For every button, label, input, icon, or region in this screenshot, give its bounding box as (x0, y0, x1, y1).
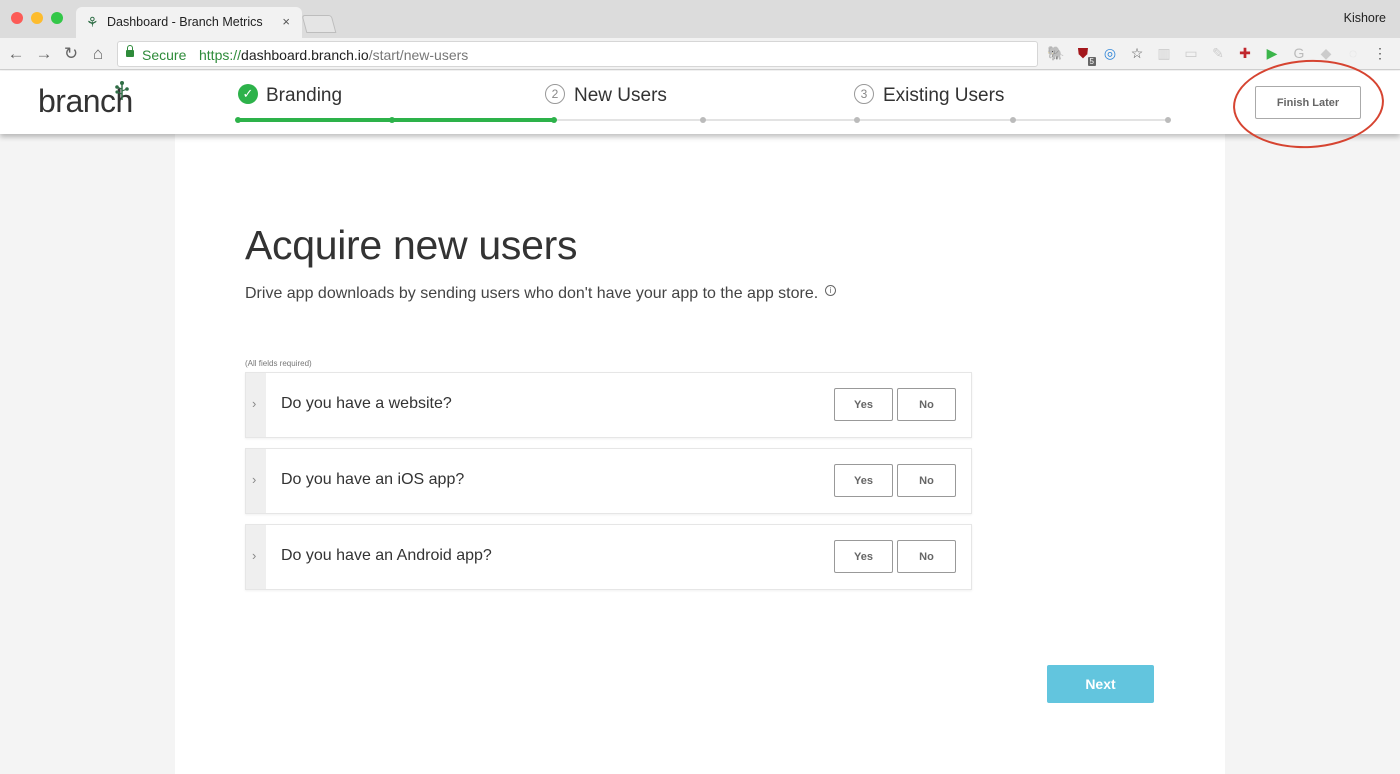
question-website[interactable]: › Do you have a website? Yes No (245, 372, 972, 438)
extension-link-icon[interactable]: ◌ (1344, 44, 1362, 62)
url-text[interactable]: https://dashboard.branch.io/start/new-us… (199, 47, 468, 63)
website-no-button[interactable]: No (897, 388, 956, 421)
chevron-right-icon[interactable]: › (252, 472, 256, 487)
ios-no-button[interactable]: No (897, 464, 956, 497)
required-fields-note: (All fields required) (245, 359, 312, 368)
ublock-icon[interactable]: ⛊ 5 (1074, 44, 1096, 66)
browser-tab-active[interactable]: ⚘ Dashboard - Branch Metrics × (76, 7, 302, 38)
step-label: Branding (266, 85, 343, 106)
browser-titlebar: ⚘ Dashboard - Branch Metrics × Kishore (0, 0, 1400, 38)
progress-current-dot (551, 117, 558, 123)
secure-label: Secure (142, 47, 187, 63)
step-branding[interactable]: ✓ Branding (238, 83, 343, 107)
step-existing-users[interactable]: 3 Existing Users (854, 83, 1005, 107)
checkmark-icon: ✓ (238, 83, 258, 104)
extension-edit-icon[interactable]: ✎ (1209, 44, 1227, 62)
android-yes-button[interactable]: Yes (834, 540, 893, 573)
wizard-header: branch ✓ Branding 2 New Users 3 Existing Us… (0, 71, 1400, 134)
step-number-icon: 3 (854, 83, 874, 104)
page-title: Acquire new users (245, 222, 578, 268)
extension-chat-icon[interactable]: ▭ (1182, 44, 1200, 62)
extension-play-icon[interactable]: ▶ (1263, 44, 1281, 62)
lock-icon (126, 45, 134, 57)
progress-dot (854, 117, 861, 123)
progress-dot (700, 117, 706, 123)
close-window-button[interactable] (11, 12, 23, 24)
forward-arrow-icon[interactable]: → (33, 43, 55, 65)
wizard-progress-fill (238, 118, 555, 122)
info-icon[interactable]: i (825, 285, 836, 296)
new-tab-button[interactable] (301, 15, 337, 33)
progress-dot (1009, 117, 1016, 123)
content-card: Acquire new users Drive app downloads by… (175, 134, 1225, 774)
tab-title: Dashboard - Branch Metrics (107, 15, 263, 29)
extension-g-icon[interactable]: G (1290, 44, 1308, 62)
bookmark-star-icon[interactable]: ☆ (1128, 44, 1146, 62)
chrome-menu-icon[interactable]: ⋮ (1371, 44, 1389, 62)
next-button[interactable]: Next (1047, 665, 1154, 703)
website-yes-button[interactable]: Yes (834, 388, 893, 421)
progress-dot (1165, 117, 1171, 123)
url-scheme: https:// (199, 47, 242, 63)
chevron-right-icon[interactable]: › (252, 548, 256, 563)
url-host: dashboard.branch.io (241, 47, 369, 63)
extension-tag-icon[interactable]: ◆ (1317, 44, 1335, 62)
wizard-progress-track (235, 117, 1171, 123)
progress-dot (235, 117, 241, 123)
android-no-button[interactable]: No (897, 540, 956, 573)
url-path: /start/new-users (368, 47, 469, 63)
finish-later-button[interactable]: Finish Later (1255, 86, 1361, 119)
extension-badge: 5 (1087, 57, 1096, 66)
question-text: Do you have an Android app? (281, 547, 492, 564)
compass-extension-icon[interactable]: ◎ (1101, 44, 1119, 62)
question-text: Do you have a website? (281, 395, 452, 412)
branch-favicon-icon: ⚘ (86, 14, 99, 30)
step-label: New Users (574, 85, 667, 106)
back-arrow-icon[interactable]: ← (5, 43, 27, 65)
progress-dot (389, 117, 396, 123)
chevron-right-icon[interactable]: › (252, 396, 256, 411)
profile-name[interactable]: Kishore (1344, 11, 1386, 25)
home-icon[interactable]: ⌂ (87, 43, 109, 65)
address-bar[interactable]: Secure https://dashboard.branch.io/start… (117, 41, 1038, 67)
page-subtitle: Drive app downloads by sending users who… (245, 285, 819, 302)
question-android[interactable]: › Do you have an Android app? Yes No (245, 524, 972, 590)
step-label: Existing Users (883, 85, 1005, 106)
minimize-window-button[interactable] (31, 12, 43, 24)
browser-toolbar: ← → ↻ ⌂ Secure https://dashboard.branch.… (0, 38, 1400, 70)
tab-close-icon[interactable]: × (282, 14, 290, 29)
ios-yes-button[interactable]: Yes (834, 464, 893, 497)
step-number-icon: 2 (545, 83, 565, 104)
extension-chart-icon[interactable]: ▥ (1155, 44, 1173, 62)
branch-sprout-icon (115, 81, 129, 100)
extension-clock-icon[interactable]: ✚ (1236, 44, 1254, 62)
step-new-users[interactable]: 2 New Users (545, 83, 667, 107)
reload-icon[interactable]: ↻ (60, 43, 82, 65)
maximize-window-button[interactable] (51, 12, 63, 24)
question-ios[interactable]: › Do you have an iOS app? Yes No (245, 448, 972, 514)
question-text: Do you have an iOS app? (281, 471, 465, 488)
evernote-icon[interactable]: 🐘 (1047, 44, 1065, 62)
